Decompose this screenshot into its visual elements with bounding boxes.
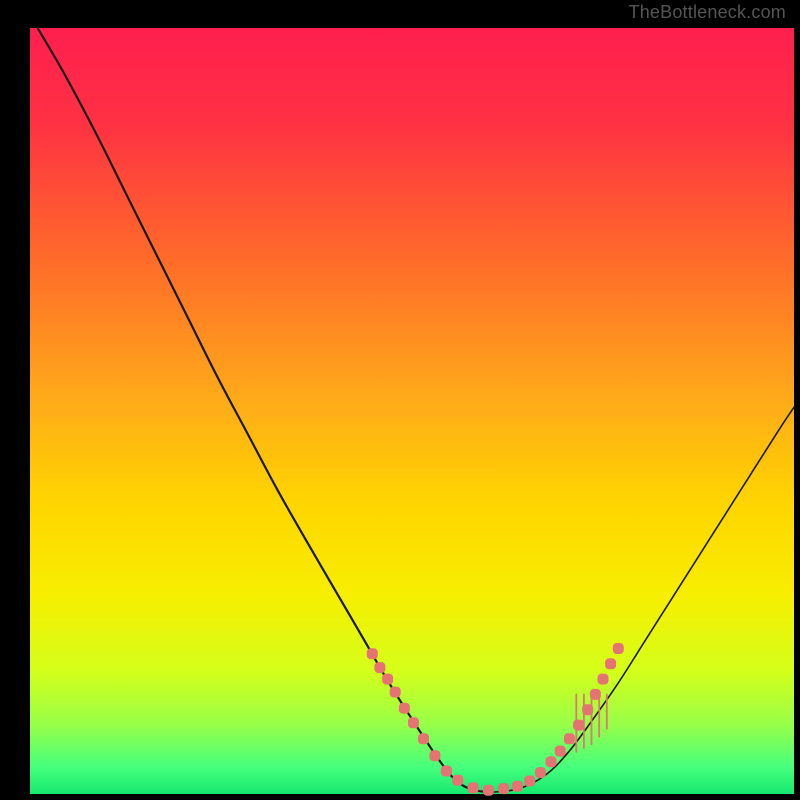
curve-right-branch [488, 407, 794, 792]
valley-marker [418, 733, 429, 744]
valley-marker [382, 674, 393, 685]
valley-marker [546, 756, 557, 767]
valley-marker [390, 687, 401, 698]
valley-marker [582, 704, 593, 715]
curve-left-branch [38, 28, 489, 792]
valley-marker [573, 720, 584, 731]
valley-marker [429, 750, 440, 761]
valley-marker [441, 766, 452, 777]
valley-marker [564, 733, 575, 744]
valley-marker [512, 781, 523, 792]
valley-marker [452, 775, 463, 786]
valley-marker [605, 658, 616, 669]
valley-marker [555, 746, 566, 757]
valley-marker [399, 703, 410, 714]
valley-marker [374, 662, 385, 673]
valley-marker [367, 648, 378, 659]
valley-marker [598, 674, 609, 685]
bottleneck-curve-plot [0, 0, 800, 800]
valley-marker [524, 776, 535, 787]
valley-marker [483, 785, 494, 796]
valley-marker [408, 717, 419, 728]
chart-stage: TheBottleneck.com [0, 0, 800, 800]
valley-marker [535, 767, 546, 778]
valley-marker [468, 782, 479, 793]
watermark-text: TheBottleneck.com [629, 2, 786, 24]
valley-marker [498, 783, 509, 794]
valley-marker [590, 689, 601, 700]
valley-marker [613, 643, 624, 654]
